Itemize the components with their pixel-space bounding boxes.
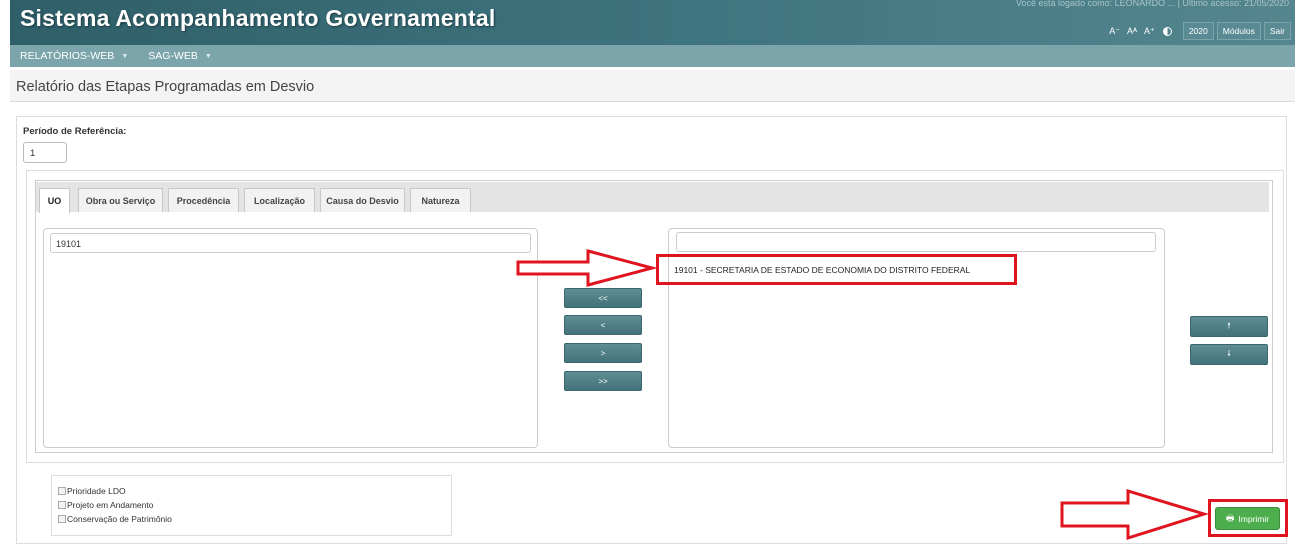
annotation-arrow-icon <box>1060 488 1210 541</box>
tab-obra-servico[interactable]: Obra ou Serviço <box>78 188 163 212</box>
contrast-icon[interactable] <box>1162 26 1172 36</box>
tab-localizacao[interactable]: Localização <box>244 188 315 212</box>
font-increase-button[interactable]: A⁺ <box>1142 26 1157 37</box>
available-filter-input[interactable]: 19101 <box>50 233 531 253</box>
arrow-down-icon: 🠗 <box>1227 348 1231 358</box>
page-title-bar: Relatório das Etapas Programadas em Desv… <box>10 70 1295 102</box>
tab-uo[interactable]: UO <box>39 188 70 213</box>
user-info: Você está logado como: LEONARDO ... | Úl… <box>1016 0 1289 8</box>
menu-item-relatorios-web[interactable]: RELATÓRIOS-WEB ▼ <box>20 50 128 62</box>
highlight-selected-item <box>656 254 1017 285</box>
option-projeto-andamento[interactable]: Projeto em Andamento <box>58 500 153 510</box>
header-controls: A⁻ Aᴬ A⁺ 2020 Módulos Sair <box>1107 22 1291 40</box>
move-up-button[interactable]: 🠕 <box>1190 316 1268 337</box>
modules-button[interactable]: Módulos <box>1216 22 1261 40</box>
exit-button[interactable]: Sair <box>1263 22 1291 40</box>
app-title: Sistema Acompanhamento Governamental <box>20 5 496 31</box>
menu-item-sag-web[interactable]: SAG-WEB ▼ <box>148 50 212 62</box>
menu-item-label: SAG-WEB <box>148 50 198 62</box>
tab-causa-desvio[interactable]: Causa do Desvio <box>320 188 405 212</box>
option-label: Projeto em Andamento <box>67 500 154 510</box>
add-all-button[interactable]: >> <box>564 371 642 391</box>
option-prioridade-ldo[interactable]: Prioridade LDO <box>58 486 126 496</box>
checkbox[interactable] <box>58 515 66 523</box>
highlight-print-button <box>1208 499 1288 537</box>
option-conservacao-patrimonio[interactable]: Conservação de Patrimônio <box>58 514 172 524</box>
year-button[interactable]: 2020 <box>1182 22 1214 40</box>
remove-all-button[interactable]: << <box>564 288 642 308</box>
font-reset-button[interactable]: Aᴬ <box>1125 26 1139 36</box>
move-down-button[interactable]: 🠗 <box>1190 344 1268 365</box>
remove-one-button[interactable]: < <box>564 315 642 335</box>
option-label: Conservação de Patrimônio <box>67 514 172 524</box>
checkbox[interactable] <box>58 501 66 509</box>
period-input[interactable]: 1 <box>23 142 67 163</box>
page-title: Relatório das Etapas Programadas em Desv… <box>16 79 315 95</box>
app-header: Sistema Acompanhamento Governamental Voc… <box>10 0 1295 45</box>
tab-procedencia[interactable]: Procedência <box>168 188 239 212</box>
menu-item-label: RELATÓRIOS-WEB <box>20 50 115 62</box>
tab-natureza[interactable]: Natureza <box>410 188 471 212</box>
available-list[interactable] <box>43 228 538 448</box>
chevron-down-icon: ▼ <box>204 52 212 60</box>
selected-filter-input[interactable] <box>676 232 1156 252</box>
annotation-arrow-icon <box>516 249 658 287</box>
main-menu: RELATÓRIOS-WEB ▼ SAG-WEB ▼ <box>10 45 1295 67</box>
font-decrease-button[interactable]: A⁻ <box>1107 26 1122 37</box>
chevron-down-icon: ▼ <box>121 52 129 60</box>
period-label: Período de Referência: <box>23 126 127 137</box>
add-one-button[interactable]: > <box>564 343 642 363</box>
option-label: Prioridade LDO <box>67 486 126 496</box>
checkbox[interactable] <box>58 487 66 495</box>
arrow-up-icon: 🠕 <box>1227 320 1231 330</box>
